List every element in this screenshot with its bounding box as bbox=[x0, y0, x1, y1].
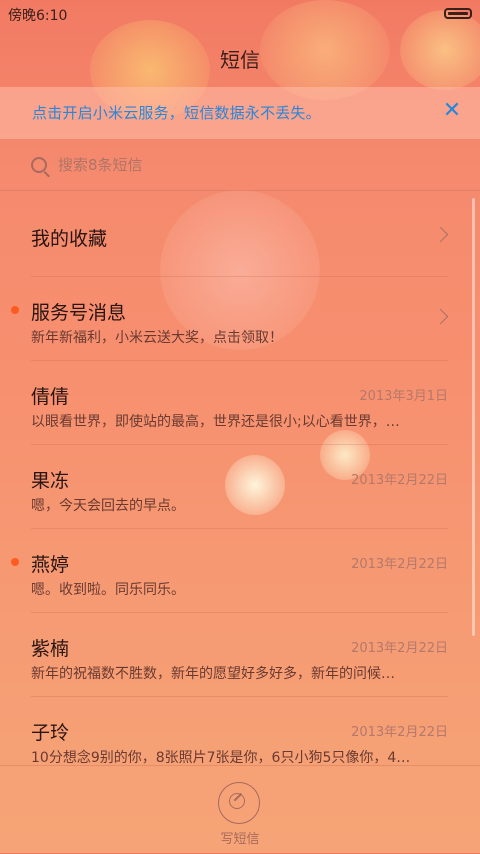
close-icon[interactable]: ✕ bbox=[440, 99, 464, 123]
unread-dot bbox=[11, 306, 19, 314]
search-bar[interactable]: 搜索8条短信 bbox=[0, 142, 480, 191]
conversation-name: 倩倩 bbox=[31, 386, 70, 408]
unread-dot bbox=[11, 558, 19, 566]
list-item-favorites[interactable]: 我的收藏 bbox=[0, 193, 480, 277]
battery-icon bbox=[444, 8, 472, 19]
compose-icon bbox=[229, 793, 245, 809]
conversation-list: 我的收藏 服务号消息 新年新福利，小米云送大奖，点击领取！ 倩倩 2013年3月… bbox=[0, 193, 480, 781]
conversation-preview: 嗯。收到啦。同乐同乐。 bbox=[31, 582, 185, 598]
conversation-date: 2013年2月22日 bbox=[351, 473, 448, 488]
compose-button[interactable] bbox=[218, 782, 260, 824]
chevron-right-icon bbox=[432, 226, 449, 243]
search-input[interactable]: 搜索8条短信 bbox=[58, 154, 143, 175]
list-item[interactable]: 燕婷 2013年2月22日 嗯。收到啦。同乐同乐。 bbox=[0, 529, 480, 613]
conversation-name: 紫楠 bbox=[31, 638, 70, 660]
conversation-name: 服务号消息 bbox=[31, 302, 127, 324]
compose-label[interactable]: 写短信 bbox=[0, 828, 480, 847]
conversation-preview: 嗯，今天会回去的早点。 bbox=[31, 498, 185, 514]
conversation-preview: 新年的祝福数不胜数，新年的愿望好多好多，新年的问候… bbox=[31, 666, 395, 682]
chevron-right-icon bbox=[432, 308, 449, 325]
search-icon bbox=[31, 157, 47, 173]
conversation-name: 果冻 bbox=[31, 470, 70, 492]
list-item[interactable]: 紫楠 2013年2月22日 新年的祝福数不胜数，新年的愿望好多好多，新年的问候… bbox=[0, 613, 480, 697]
scrollbar[interactable] bbox=[472, 198, 475, 636]
conversation-preview: 新年新福利，小米云送大奖，点击领取！ bbox=[31, 330, 283, 346]
conversation-date: 2013年2月22日 bbox=[351, 725, 448, 740]
conversation-name: 我的收藏 bbox=[31, 228, 108, 250]
conversation-name: 子玲 bbox=[31, 722, 70, 744]
status-time: 傍晚6:10 bbox=[8, 8, 68, 24]
conversation-preview: 10分想念9别的你，8张照片7张是你，6只小狗5只像你，4… bbox=[31, 750, 411, 766]
cloud-service-banner[interactable]: 点击开启小米云服务，短信数据永不丢失。 ✕ bbox=[0, 87, 480, 139]
conversation-date: 2013年2月22日 bbox=[351, 557, 448, 572]
status-bar: 傍晚6:10 bbox=[0, 0, 480, 28]
banner-text[interactable]: 点击开启小米云服务，短信数据永不丢失。 bbox=[32, 102, 321, 123]
conversation-date: 2013年3月1日 bbox=[359, 389, 448, 404]
page-title: 短信 bbox=[220, 48, 260, 72]
conversation-preview: 以眼看世界，即使站的最高，世界还是很小;以心看世界，… bbox=[31, 414, 400, 430]
conversation-date: 2013年2月22日 bbox=[351, 641, 448, 656]
conversation-name: 燕婷 bbox=[31, 554, 70, 576]
bottom-bar: 写短信 bbox=[0, 765, 480, 854]
list-item[interactable]: 倩倩 2013年3月1日 以眼看世界，即使站的最高，世界还是很小;以心看世界，… bbox=[0, 361, 480, 445]
list-item[interactable]: 果冻 2013年2月22日 嗯，今天会回去的早点。 bbox=[0, 445, 480, 529]
list-item-service[interactable]: 服务号消息 新年新福利，小米云送大奖，点击领取！ bbox=[0, 277, 480, 361]
